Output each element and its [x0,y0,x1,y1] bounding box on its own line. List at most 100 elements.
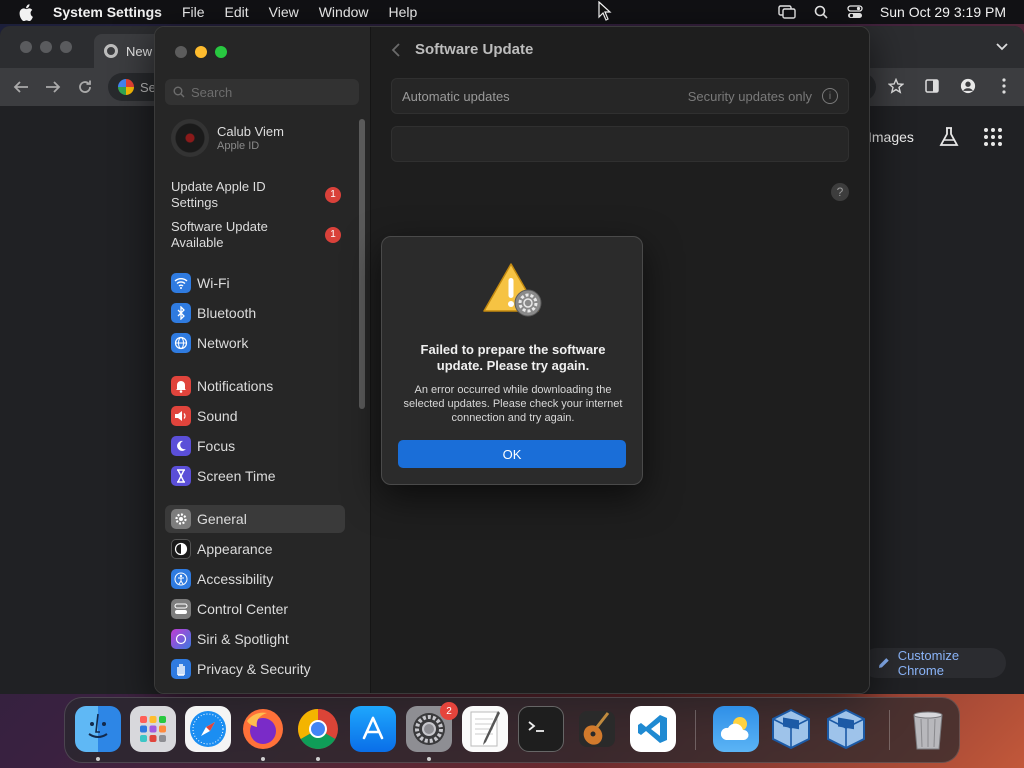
search-icon [173,86,185,98]
menu-file[interactable]: File [182,4,205,20]
notice-label: Software Update Available [171,219,268,250]
dock-virtualbox[interactable] [768,706,814,752]
notification-badge: 2 [440,702,458,720]
ok-button[interactable]: OK [398,440,626,468]
back-arrow-icon[interactable] [12,78,30,96]
accessibility-icon [171,569,191,589]
sidebar-item-notifications[interactable]: Notifications [165,372,345,400]
sidebar-scrollbar[interactable] [359,119,365,409]
running-indicator [96,757,100,761]
menu-app-name[interactable]: System Settings [53,4,162,20]
sidebar-item-sound[interactable]: Sound [165,402,345,430]
dock-visual-studio-code[interactable] [630,706,676,752]
dock-system-settings[interactable]: 2 [406,702,458,752]
sidebar-item-focus[interactable]: Focus [165,432,345,460]
dock-garageband[interactable] [574,706,620,752]
settings-search-field[interactable] [165,79,359,105]
customize-chrome-button[interactable]: Customize Chrome [862,648,1006,678]
bookmark-star-icon[interactable] [888,78,904,94]
textedit-icon [470,711,500,747]
help-button[interactable]: ? [831,183,849,201]
labs-flask-icon[interactable] [938,126,960,148]
sidebar-item-bluetooth[interactable]: Bluetooth [165,299,345,327]
profile-icon[interactable] [960,78,976,94]
sidebar-item-label: Notifications [197,378,274,394]
info-icon[interactable]: i [822,88,838,104]
apple-id-account[interactable]: Calub Viem Apple ID [171,119,284,157]
dock-finder[interactable] [75,706,121,752]
weather-cloud-sun-icon [720,717,749,740]
sidebar-notice-apple-id[interactable]: Update Apple ID Settings 1 [171,179,341,211]
dock-weather[interactable] [713,706,759,752]
settings-search-input[interactable] [191,84,351,100]
settings-close-button[interactable] [175,46,187,58]
images-link[interactable]: Images [868,129,914,145]
settings-header: Software Update [391,41,533,58]
menu-view[interactable]: View [269,4,299,20]
forward-arrow-icon[interactable] [44,78,62,96]
dock-launchpad[interactable] [130,706,176,752]
help-glyph: ? [836,185,844,199]
account-name: Calub Viem [217,124,284,139]
update-status-row [391,126,849,162]
chrome-zoom-button[interactable] [60,41,72,53]
sidebar-item-label: Network [197,335,249,351]
guitar-icon [579,711,615,747]
chrome-favicon-icon [104,44,118,58]
settings-minimize-button[interactable] [195,46,207,58]
spotlight-search-icon[interactable] [812,3,830,21]
pencil-icon [878,658,889,668]
menu-bar-clock[interactable]: Sun Oct 29 3:19 PM [880,4,1006,20]
notice-label: Update Apple ID Settings [171,179,266,210]
side-panel-icon[interactable] [924,78,940,94]
sidebar-item-accessibility[interactable]: Accessibility [165,565,345,593]
dock: 2 [64,697,960,763]
account-subtitle: Apple ID [217,140,260,152]
sidebar-item-control-center[interactable]: Control Center [165,595,345,623]
virtualbox-vm-cube-icon [827,708,865,750]
dock-firefox[interactable] [240,706,286,752]
automatic-updates-value: Security updates only [687,88,812,104]
reload-icon[interactable] [76,78,94,96]
dock-trash[interactable] [905,706,951,752]
google-apps-grid-icon[interactable] [983,128,1002,146]
dock-textedit[interactable] [462,706,508,752]
menu-edit[interactable]: Edit [225,4,249,20]
wifi-icon [171,273,191,293]
sidebar-item-label: Sound [197,408,238,424]
dock-safari[interactable] [185,706,231,752]
sidebar-item-privacy-security[interactable]: Privacy & Security [165,655,345,683]
chrome-minimize-button[interactable] [40,41,52,53]
sidebar-item-label: Accessibility [197,571,274,587]
menu-window[interactable]: Window [319,4,369,20]
sidebar-item-network[interactable]: Network [165,329,345,357]
menu-help[interactable]: Help [389,4,418,20]
sidebar-item-wifi[interactable]: Wi-Fi [165,269,345,297]
finder-icon [88,713,108,738]
sidebar-item-screen-time[interactable]: Screen Time [165,462,345,490]
back-chevron-icon[interactable] [391,42,401,58]
automatic-updates-row[interactable]: Automatic updates Security updates only … [391,78,849,114]
screen-mirroring-icon[interactable] [778,3,796,21]
dock-virtualbox-vm[interactable] [823,706,869,752]
control-center-icon[interactable] [846,3,864,21]
sidebar-item-appearance[interactable]: Appearance [165,535,345,563]
sidebar-item-general[interactable]: General [165,505,345,533]
apple-menu-icon[interactable] [18,3,34,21]
sidebar-item-label: Focus [197,438,236,454]
dock-terminal[interactable] [518,706,564,752]
chrome-menu-icon[interactable] [996,78,1012,94]
dock-google-chrome[interactable] [295,706,341,752]
sidebar-item-siri-spotlight[interactable]: Siri & Spotlight [165,625,345,653]
chrome-close-button[interactable] [20,41,32,53]
virtualbox-cube-icon [772,708,810,750]
sidebar-notice-software-update[interactable]: Software Update Available 1 [171,219,341,251]
alert-title: Failed to prepare the software update. P… [420,342,606,373]
hourglass-icon [171,466,191,486]
settings-zoom-button[interactable] [215,46,227,58]
chrome-tab-label: New [126,43,153,59]
chrome-traffic-lights [20,41,72,53]
chevron-down-icon[interactable] [994,38,1010,54]
speaker-icon [171,406,191,426]
dock-app-store[interactable] [350,706,396,752]
